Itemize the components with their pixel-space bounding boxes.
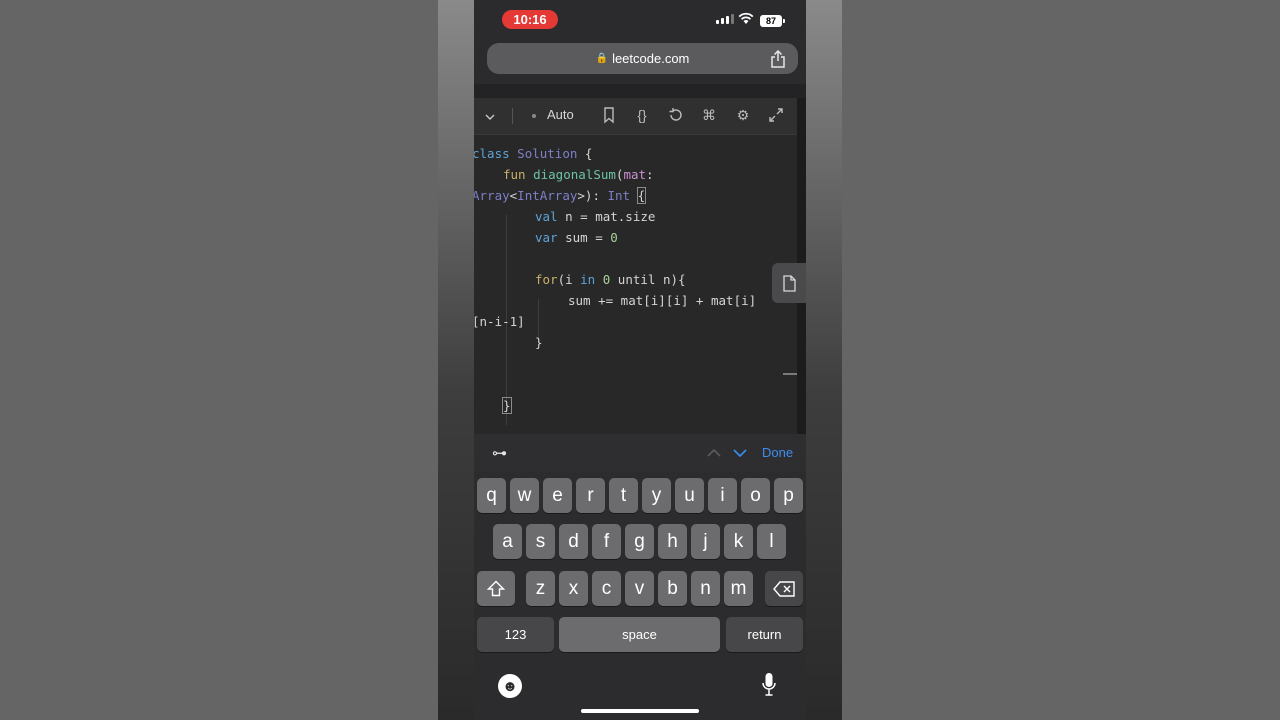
key-m[interactable]: m [724,571,753,606]
key-u[interactable]: u [675,478,704,513]
chevron-down-icon[interactable] [732,445,748,461]
return-key[interactable]: return [726,617,803,652]
backspace-key[interactable] [765,571,803,606]
expand-icon[interactable] [767,106,785,124]
code-line-3: Array<IntArray>): Int { [474,187,647,204]
code-line-10: } [502,397,512,414]
mode-dot [532,114,536,118]
reset-icon[interactable] [667,106,685,124]
done-button[interactable]: Done [762,445,793,460]
language-mode[interactable]: Auto [547,107,574,122]
key-icon[interactable]: ⊶ [492,444,507,462]
battery-indicator: 87 [760,15,785,27]
address-bar[interactable]: 🔒 leetcode.com [487,43,798,74]
shift-icon [487,580,505,597]
code-line-8: [n-i-1] [474,314,525,329]
browser-address-bar-area: 🔒 leetcode.com [474,40,806,84]
key-z[interactable]: z [526,571,555,606]
code-line-1: class Solution { [474,146,593,161]
key-r[interactable]: r [576,478,605,513]
chevron-down-icon[interactable] [484,111,496,123]
file-icon [783,274,796,292]
page-gap [474,84,806,98]
key-s[interactable]: s [526,524,555,559]
bookmark-icon[interactable] [600,106,618,124]
key-w[interactable]: w [510,478,539,513]
key-b[interactable]: b [658,571,687,606]
key-f[interactable]: f [592,524,621,559]
home-indicator[interactable] [581,709,699,713]
key-i[interactable]: i [708,478,737,513]
key-d[interactable]: d [559,524,588,559]
backspace-icon [773,580,795,597]
key-h[interactable]: h [658,524,687,559]
lock-icon: 🔒 [595,53,609,64]
key-x[interactable]: x [559,571,588,606]
space-key[interactable]: space [559,617,720,652]
braces-icon[interactable]: {} [633,106,651,124]
key-c[interactable]: c [592,571,621,606]
keyboard-accessory-bar: ⊶ Done [474,434,806,472]
key-k[interactable]: k [724,524,753,559]
emoji-icon[interactable]: ☻ [498,674,522,698]
key-o[interactable]: o [741,478,770,513]
chevron-up-icon[interactable] [706,445,722,461]
background-edge-left [438,0,474,720]
background-right [842,0,1280,720]
key-t[interactable]: t [609,478,638,513]
key-y[interactable]: y [642,478,671,513]
gear-icon[interactable]: ⚙ [734,106,752,124]
microphone-icon[interactable] [762,672,776,698]
key-p[interactable]: p [774,478,803,513]
key-n[interactable]: n [691,571,720,606]
command-icon[interactable]: ⌘ [700,106,718,124]
key-e[interactable]: e [543,478,572,513]
code-line-2: fun diagonalSum(mat: [503,167,654,182]
status-time: 10:16 [502,10,558,29]
key-g[interactable]: g [625,524,654,559]
code-editor[interactable]: Auto {} ⌘ ⚙ class Solution { fun diagona… [474,98,797,434]
background-left [0,0,438,720]
toolbar-divider [512,108,513,124]
cellular-signal-icon [716,14,734,24]
code-line-6: for(i in 0 until n){ [535,272,686,287]
keyboard: q w e r t y u i o p a s d f g h j k l z … [474,472,806,720]
key-q[interactable]: q [477,478,506,513]
share-icon[interactable] [770,50,786,68]
url-text: leetcode.com [612,51,690,66]
key-v[interactable]: v [625,571,654,606]
shift-key[interactable] [477,571,515,606]
editor-toolbar: Auto {} ⌘ ⚙ [474,98,797,135]
key-l[interactable]: l [757,524,786,559]
file-panel-tab[interactable] [772,263,806,303]
background-edge-right [806,0,842,720]
wifi-icon [738,12,754,24]
key-j[interactable]: j [691,524,720,559]
code-line-9: } [535,335,543,350]
key-a[interactable]: a [493,524,522,559]
scroll-indicator[interactable] [783,373,797,375]
numbers-key[interactable]: 123 [477,617,554,652]
code-line-5: var sum = 0 [535,230,618,245]
code-line-7: sum += mat[i][i] + mat[i] [568,293,757,308]
phone-screen: 10:16 87 🔒 leetcode.com Auto {} ⌘ ⚙ clas… [474,0,806,720]
code-line-4: val n = mat.size [535,209,656,224]
status-bar: 10:16 87 [474,0,806,40]
